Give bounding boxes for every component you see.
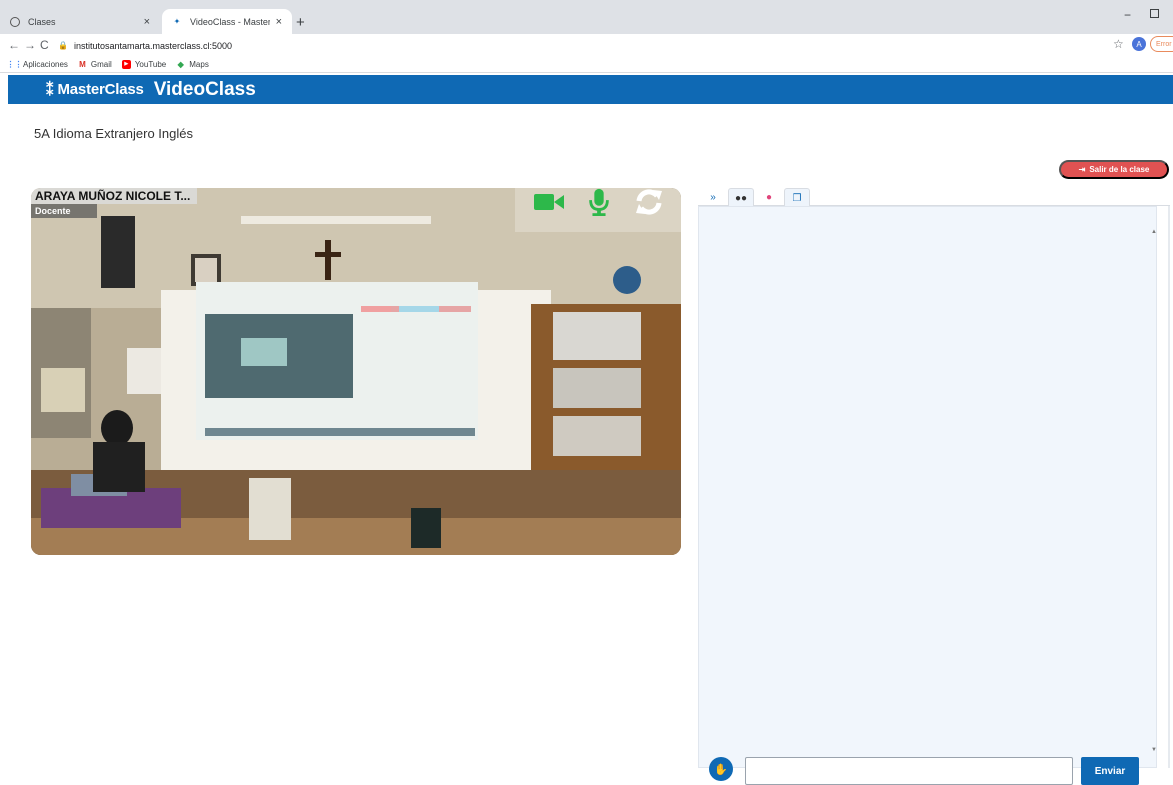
scroll-down-arrow-icon[interactable]: ▼ <box>1151 747 1157 753</box>
bookmark-apps[interactable]: ⋮⋮ Aplicaciones <box>6 59 68 69</box>
masterclass-icon: ✦ <box>173 17 181 26</box>
bookmark-label: Maps <box>189 59 209 69</box>
error-badge[interactable]: Error <box>1150 36 1173 52</box>
microphone-icon[interactable] <box>587 188 611 216</box>
bookmark-label: Gmail <box>90 59 112 69</box>
masterclass-logo-icon: ⁑ <box>46 81 54 99</box>
bookmark-label: Aplicaciones <box>23 59 68 69</box>
panel-border <box>1168 206 1170 768</box>
browser-tab-videoclass[interactable]: ✦ VideoClass - MasterClass × <box>162 9 292 34</box>
classroom-video-image <box>31 188 681 555</box>
brand-name: MasterClass <box>57 81 144 98</box>
class-title: 5A Idioma Extranjero Inglés <box>34 126 193 141</box>
profile-avatar[interactable]: A <box>1132 37 1146 51</box>
video-controls <box>515 188 681 232</box>
raise-hand-button[interactable]: ✋ <box>709 757 733 781</box>
globe-icon <box>10 16 20 27</box>
back-arrow-icon[interactable]: ← <box>8 38 20 52</box>
collapse-icon[interactable]: » <box>700 188 726 206</box>
chat-icon[interactable]: ●● <box>728 188 754 207</box>
gmail-icon: M <box>79 59 86 69</box>
maps-icon: ◆ <box>177 59 184 69</box>
camera-icon[interactable] <box>533 188 565 216</box>
bookmark-label: YouTube <box>134 59 167 69</box>
youtube-icon: ▶ <box>121 59 131 69</box>
bookmark-youtube[interactable]: ▶ YouTube <box>121 59 167 69</box>
new-tab-button[interactable]: + <box>296 14 305 31</box>
bookmarks-bar: ⋮⋮ Aplicaciones M Gmail ▶ YouTube ◆ Maps <box>0 56 1173 73</box>
scroll-up-arrow-icon[interactable]: ▲ <box>1151 229 1157 235</box>
side-panel-tabs: » ●● ● ❐ <box>698 186 1170 207</box>
url-text: institutosantamarta.masterclass.cl:5000 <box>73 40 233 51</box>
forward-arrow-icon[interactable]: → <box>24 38 36 52</box>
close-icon[interactable]: × <box>276 16 282 28</box>
reload-icon[interactable]: C <box>40 38 49 52</box>
participant-role: Docente <box>31 204 97 218</box>
address-bar: ← → C 🔒 institutosantamarta.masterclass.… <box>0 34 1173 56</box>
minimize-button[interactable]: − <box>1124 8 1131 22</box>
refresh-icon[interactable] <box>635 188 663 216</box>
exit-label: Salir de la clase <box>1089 165 1150 174</box>
tab-title: Clases <box>28 16 56 27</box>
bookmark-star-icon[interactable]: ☆ <box>1113 37 1124 51</box>
windows-icon[interactable]: ❐ <box>784 188 810 207</box>
app-header: ⁑ MasterClass VideoClass <box>8 75 1173 104</box>
bookmark-maps[interactable]: ◆ Maps <box>176 60 209 69</box>
lock-icon: 🔒 <box>58 41 68 50</box>
record-icon[interactable]: ● <box>756 188 782 206</box>
url-field[interactable]: 🔒 institutosantamarta.masterclass.cl:500… <box>58 37 1118 54</box>
side-panel: » ●● ● ❐ ▲ ▼ ✋ Enviar <box>698 186 1170 785</box>
exit-icon: ⇥ <box>1078 165 1086 174</box>
video-feed: ARAYA MUÑOZ NICOLE T... Docente <box>31 188 681 555</box>
chat-message-input[interactable] <box>745 757 1073 785</box>
exit-class-button[interactable]: ⇥ Salir de la clase <box>1059 160 1169 179</box>
tab-title: VideoClass - MasterClass <box>190 16 270 27</box>
product-name: VideoClass <box>153 78 256 100</box>
close-icon[interactable]: × <box>144 16 150 28</box>
bookmark-gmail[interactable]: M Gmail <box>78 60 112 69</box>
chat-messages-area[interactable]: ▲ ▼ ✋ Enviar <box>698 206 1157 785</box>
browser-tab-bar: Clases × ✦ VideoClass - MasterClass × + … <box>0 0 1173 34</box>
send-button[interactable]: Enviar <box>1081 757 1139 785</box>
maximize-button[interactable] <box>1150 9 1159 18</box>
apps-grid-icon: ⋮⋮ <box>6 59 23 69</box>
browser-tab-clases[interactable]: Clases × <box>0 9 160 34</box>
participant-name: ARAYA MUÑOZ NICOLE T... <box>31 188 197 204</box>
